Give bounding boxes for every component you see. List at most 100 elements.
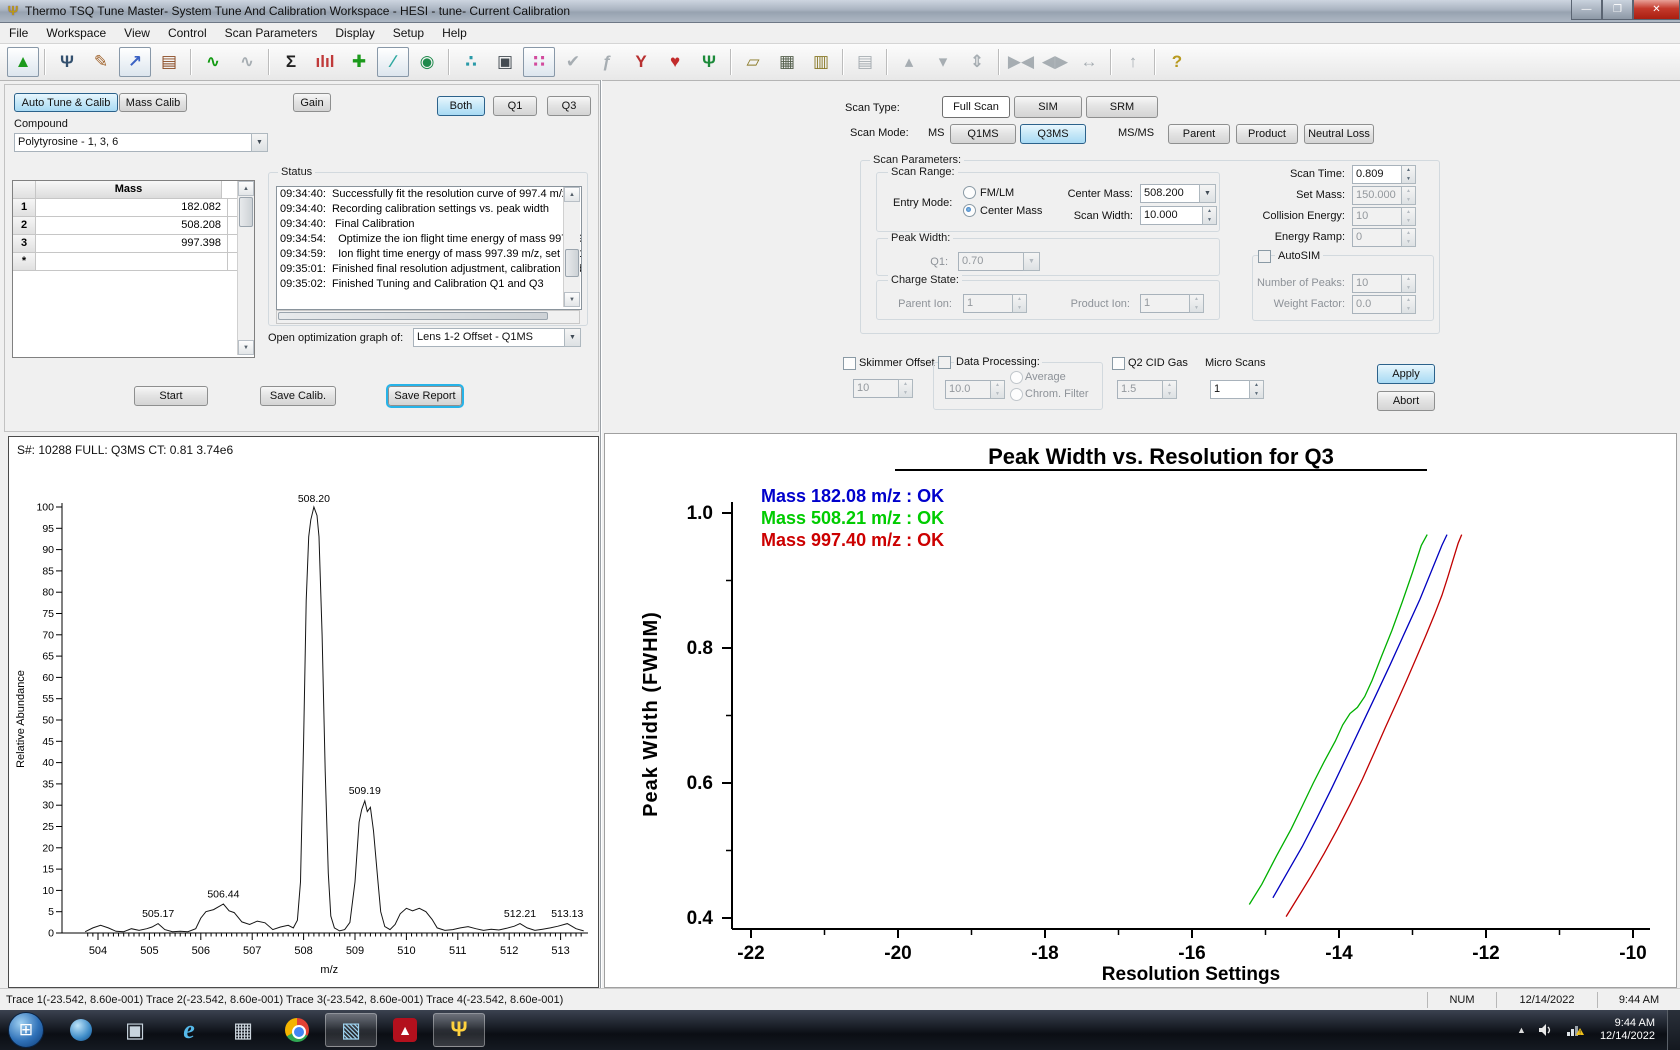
center-mass-input[interactable]: 508.200 <box>1140 184 1204 203</box>
svg-text:55: 55 <box>42 693 54 705</box>
menu-workspace[interactable]: Workspace <box>37 24 115 42</box>
q1ms-button[interactable]: Q1MS <box>950 124 1016 144</box>
ion-source-icon[interactable]: ◉ <box>411 47 443 77</box>
centroid-peaks-icon[interactable]: ılıl <box>309 47 341 77</box>
volume-icon[interactable] <box>1538 1023 1554 1037</box>
system-status-icon[interactable]: ♥ <box>659 47 691 77</box>
tray-clock[interactable]: 9:44 AM 12/14/2022 <box>1600 1017 1655 1043</box>
color-profile-icon[interactable]: ∷ <box>523 47 555 77</box>
autosim-checkbox[interactable] <box>1258 250 1271 263</box>
taskbar-tsq-tune-icon[interactable]: Ψ <box>433 1013 485 1047</box>
mass-table-row[interactable]: 2508.208 <box>13 217 254 235</box>
network-warning-icon[interactable]: ! <box>1566 1023 1584 1037</box>
taskbar-data-explorer-icon[interactable]: ▧ <box>325 1013 377 1047</box>
calibrant-flask-icon[interactable]: Y <box>625 47 657 77</box>
start-button[interactable]: ⊞ <box>8 1012 44 1048</box>
minimize-button[interactable]: — <box>1571 0 1602 20</box>
menu-display[interactable]: Display <box>326 24 383 42</box>
scan-time-spinner[interactable]: ▲▼ <box>1401 165 1416 184</box>
micro-scans-spinner[interactable]: ▲▼ <box>1249 380 1264 399</box>
open-graph-select-arrow[interactable]: ▼ <box>564 328 581 347</box>
average-radio[interactable] <box>1010 371 1023 384</box>
gain-button[interactable]: Gain <box>293 93 331 112</box>
q2-cid-gas-checkbox[interactable] <box>1112 357 1125 370</box>
menu-scan-parameters[interactable]: Scan Parameters <box>216 24 327 42</box>
compound-select[interactable]: Polytyrosine - 1, 3, 6 <box>14 133 256 152</box>
parent-button[interactable]: Parent <box>1168 124 1230 144</box>
sequence-vials-icon[interactable]: ∴ <box>455 47 487 77</box>
save-file-icon[interactable]: ▦ <box>771 47 803 77</box>
show-desktop-button[interactable] <box>1667 1010 1680 1050</box>
q3-button[interactable]: Q3 <box>547 96 591 116</box>
taskbar-chrome-icon[interactable] <box>271 1013 323 1047</box>
save-calib-button[interactable]: Save Calib. <box>260 386 336 406</box>
both-button[interactable]: Both <box>437 96 485 116</box>
save-report-button[interactable]: Save Report <box>388 386 462 406</box>
scan-time-input[interactable]: 0.809 <box>1352 165 1406 184</box>
q1-button[interactable]: Q1 <box>493 96 537 116</box>
add-compound-icon[interactable]: ✚ <box>343 47 375 77</box>
open-graph-select[interactable]: Lens 1-2 Offset - Q1MS <box>413 328 569 347</box>
neutral-loss-button[interactable]: Neutral Loss <box>1304 124 1374 144</box>
menu-file[interactable]: File <box>0 24 37 42</box>
taskbar-internet-explorer-icon[interactable]: e <box>163 1013 215 1047</box>
menu-help[interactable]: Help <box>433 24 476 42</box>
scan-type-srm-button[interactable]: SRM <box>1086 96 1158 118</box>
num-lock-indicator: NUM <box>1427 992 1496 1008</box>
compound-select-arrow[interactable]: ▼ <box>251 133 268 152</box>
syringe-pump-icon[interactable]: ∕ <box>377 47 409 77</box>
acquire-run-icon[interactable]: ▲ <box>7 47 39 77</box>
instrument-build-icon[interactable]: ▤ <box>153 47 185 77</box>
taskbar-calculator-icon[interactable]: ▦ <box>217 1013 269 1047</box>
menu-view[interactable]: View <box>115 24 159 42</box>
micro-scans-input[interactable]: 1 <box>1210 380 1254 399</box>
taskbar-media-player-icon[interactable] <box>55 1013 107 1047</box>
calibration-graph-icon[interactable]: ↗ <box>119 47 151 77</box>
edit-method-icon[interactable]: ✎ <box>85 47 117 77</box>
center-mass-radio[interactable] <box>963 204 976 217</box>
auto-tune-calib-button[interactable]: Auto Tune & Calib <box>14 93 118 112</box>
tune-check-icon[interactable]: Ψ <box>693 47 725 77</box>
close-button[interactable]: ✕ <box>1633 0 1680 20</box>
scan-width-input[interactable]: 10.000 <box>1140 206 1204 225</box>
start-button[interactable]: Start <box>134 386 208 406</box>
mass-table-row[interactable]: * <box>13 253 254 271</box>
chrom-filter-radio[interactable] <box>1010 388 1023 401</box>
status-horizontal-scrollbar[interactable] <box>276 310 580 324</box>
scan-type-full-scan-button[interactable]: Full Scan <box>942 96 1010 118</box>
taskbar-console-icon[interactable]: ▣ <box>109 1013 161 1047</box>
skimmer-offset-checkbox[interactable] <box>843 357 856 370</box>
export-files-icon[interactable]: ▥ <box>805 47 837 77</box>
status-vertical-scrollbar[interactable]: ▲ ▼ <box>563 187 580 307</box>
q3ms-button[interactable]: Q3MS <box>1020 124 1086 144</box>
help-icon[interactable]: ? <box>1161 47 1193 77</box>
product-button[interactable]: Product <box>1236 124 1298 144</box>
mass-calib-button[interactable]: Mass Calib <box>119 93 187 112</box>
status-log-list[interactable]: 09:34:40: Successfully fit the resolutio… <box>276 186 582 310</box>
maximize-button[interactable]: ❐ <box>1602 0 1633 20</box>
peak-display-icon[interactable]: ∿ <box>197 47 229 77</box>
mass-table-scrollbar[interactable]: ▲▼ <box>237 181 254 355</box>
tune-method-icon[interactable]: Ψ <box>51 47 83 77</box>
collision-energy-label: Collision Energy: <box>1240 210 1345 222</box>
tray-expand-icon[interactable]: ▲ <box>1517 1025 1526 1035</box>
open-file-icon[interactable]: ▱ <box>737 47 769 77</box>
data-processing-checkbox[interactable] <box>938 356 951 369</box>
mass-table[interactable]: Mass1182.0822508.2083997.398*▲▼ <box>12 180 255 358</box>
sum-spectra-icon[interactable]: Σ <box>275 47 307 77</box>
abort-button[interactable]: Abort <box>1377 391 1435 411</box>
set-mass-label: Set Mass: <box>1250 189 1345 201</box>
mass-table-row[interactable]: 3997.398 <box>13 235 254 253</box>
apply-button[interactable]: Apply <box>1377 364 1435 384</box>
snapshot-camera-icon[interactable]: ▣ <box>489 47 521 77</box>
mass-table-row[interactable]: 1182.082 <box>13 199 254 217</box>
taskbar-acrobat-icon[interactable]: ▲ <box>379 1013 431 1047</box>
fmlm-radio[interactable] <box>963 186 976 199</box>
menu-setup[interactable]: Setup <box>384 24 433 42</box>
scan-width-spinner[interactable]: ▲▼ <box>1202 206 1217 225</box>
scan-type-sim-button[interactable]: SIM <box>1014 96 1082 118</box>
svg-text:75: 75 <box>42 608 54 620</box>
center-mass-arrow[interactable]: ▼ <box>1199 184 1216 203</box>
menu-control[interactable]: Control <box>159 24 216 42</box>
svg-text:-14: -14 <box>1325 943 1353 964</box>
